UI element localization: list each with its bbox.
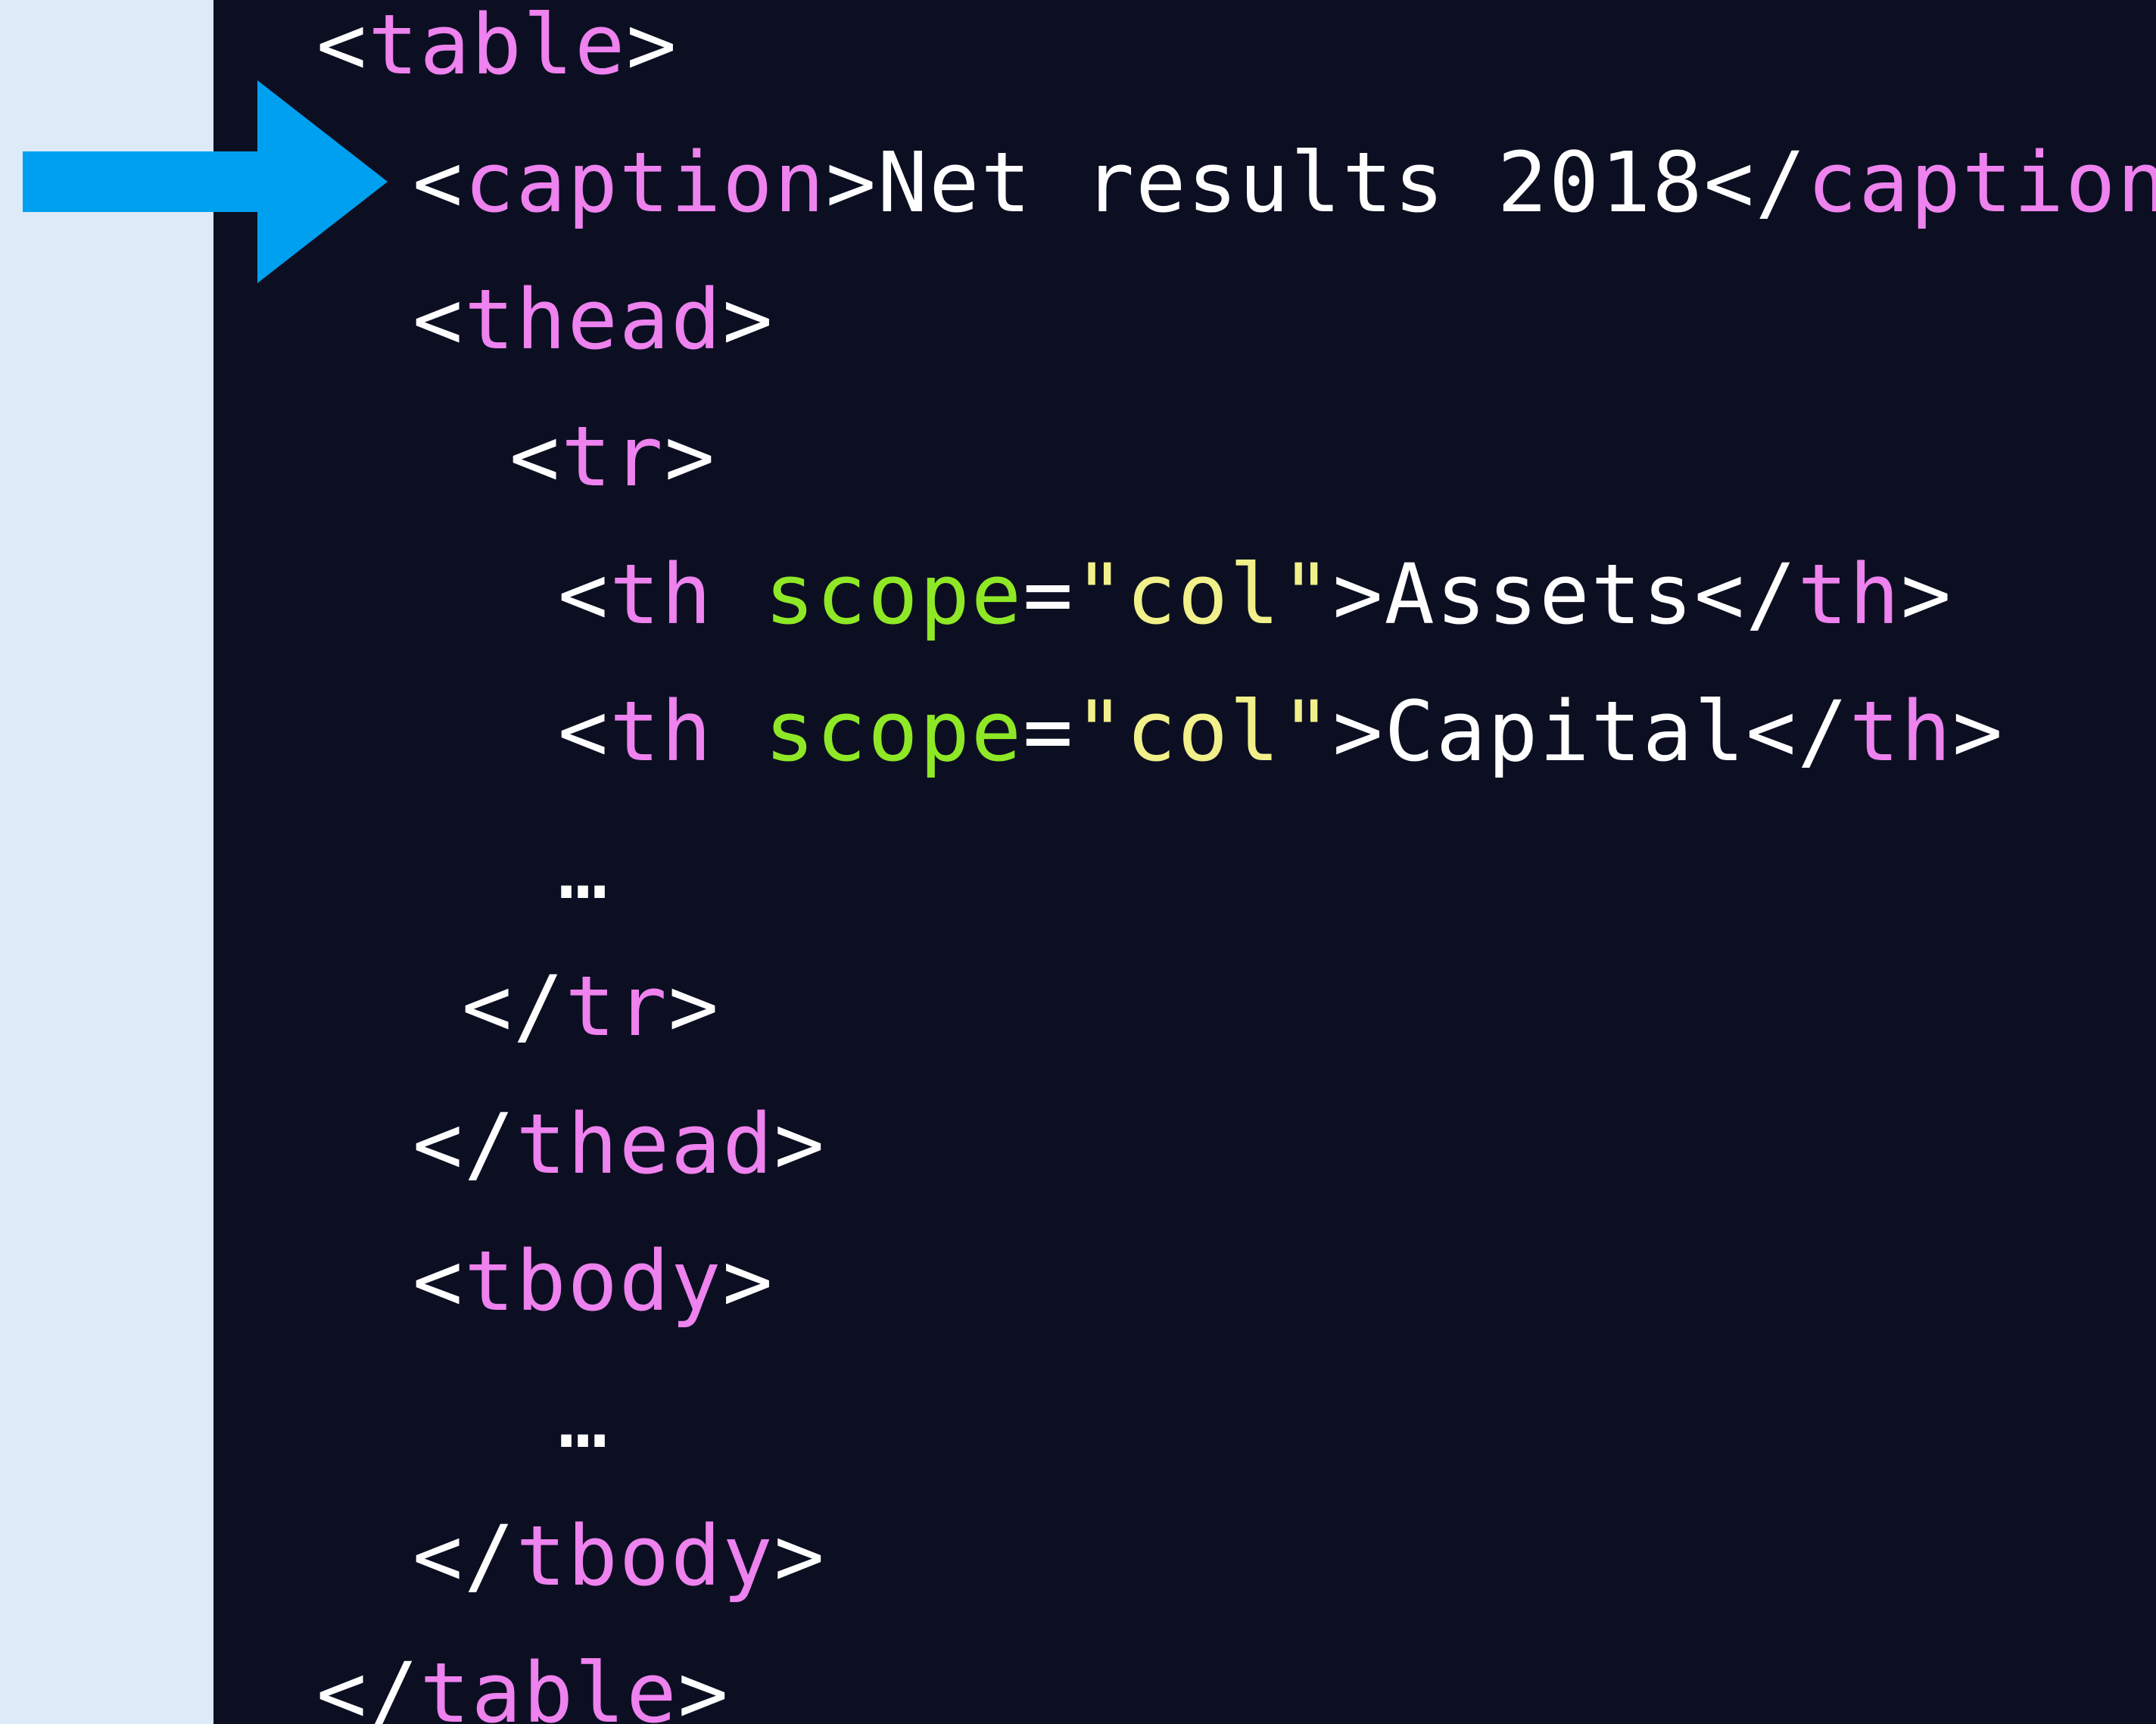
punctuation-token: > — [722, 1233, 774, 1330]
tag-name-token: thead — [464, 271, 723, 368]
punctuation-token: > — [825, 134, 878, 231]
punctuation-token: > — [1332, 683, 1385, 780]
punctuation-token: = — [1023, 683, 1075, 780]
punctuation-token: > — [1952, 683, 2005, 780]
code-line: </tbody> — [413, 1507, 826, 1605]
text-token: … — [558, 1370, 610, 1467]
arrow-right-icon — [23, 80, 388, 283]
punctuation-token: > — [678, 1645, 730, 1724]
code-line: <thead> — [413, 270, 774, 369]
punctuation-token: > — [626, 0, 678, 93]
tag-name-token: table — [368, 0, 627, 93]
tag-name-token: tr — [561, 408, 665, 505]
punctuation-token: </ — [413, 1507, 516, 1604]
punctuation-token: > — [1900, 546, 1953, 643]
attribute-value-token: "col" — [1074, 683, 1333, 780]
tag-name-token: th — [1849, 683, 1953, 780]
punctuation-token: </ — [413, 1096, 516, 1192]
punctuation-token: = — [1023, 546, 1075, 643]
punctuation-token — [713, 683, 765, 780]
tag-name-token: thead — [516, 1096, 774, 1192]
attribute-name-token: scope — [764, 546, 1023, 643]
code-line: <tr> — [509, 407, 716, 506]
text-token: Assets — [1384, 546, 1695, 643]
punctuation-token: </ — [316, 1645, 420, 1724]
text-token: … — [558, 821, 610, 918]
tag-name-token: tbody — [516, 1507, 774, 1604]
punctuation-token: < — [509, 408, 562, 505]
tag-name-token: th — [609, 683, 713, 780]
punctuation-token: > — [1332, 546, 1385, 643]
punctuation-token: < — [558, 683, 610, 780]
code-line: </thead> — [413, 1095, 826, 1193]
text-token: Net results 2018 — [877, 134, 1704, 231]
punctuation-token — [713, 546, 765, 643]
tag-name-token: tr — [565, 958, 668, 1055]
punctuation-token: > — [668, 958, 721, 1055]
tag-name-token: caption — [464, 134, 826, 231]
punctuation-token: > — [664, 408, 716, 505]
punctuation-token: > — [722, 271, 774, 368]
punctuation-token: > — [774, 1096, 826, 1192]
code-line: <caption>Net results 2018</caption> — [413, 133, 2156, 232]
code-line: </table> — [316, 1644, 730, 1724]
code-line: <th scope="col">Capital</th> — [558, 682, 2004, 781]
code-line: … — [558, 1369, 609, 1467]
punctuation-token: < — [558, 546, 610, 643]
text-token: Capital — [1384, 683, 1746, 780]
code-panel: <table> <caption>Net results 2018</captio… — [213, 0, 2156, 1724]
code-line: … — [558, 820, 609, 918]
punctuation-token: </ — [1703, 134, 1808, 231]
tag-name-token: table — [419, 1645, 678, 1724]
tag-name-token: tbody — [464, 1233, 723, 1330]
punctuation-token: < — [413, 1233, 465, 1330]
punctuation-token: < — [413, 134, 465, 231]
code-line: </tr> — [462, 957, 720, 1055]
tag-name-token: caption — [1807, 134, 2156, 231]
code-line: <tbody> — [413, 1232, 774, 1330]
tag-name-token: th — [609, 546, 713, 643]
punctuation-token: > — [774, 1507, 826, 1604]
punctuation-token: </ — [1746, 683, 1849, 780]
slide-canvas: <table> <caption>Net results 2018</captio… — [0, 0, 2156, 1724]
attribute-name-token: scope — [764, 683, 1023, 780]
attribute-value-token: "col" — [1074, 546, 1333, 643]
punctuation-token: < — [413, 271, 465, 368]
code-line: <th scope="col">Assets</th> — [558, 545, 1952, 644]
punctuation-token: </ — [462, 958, 565, 1055]
punctuation-token: </ — [1694, 546, 1798, 643]
tag-name-token: th — [1797, 546, 1901, 643]
